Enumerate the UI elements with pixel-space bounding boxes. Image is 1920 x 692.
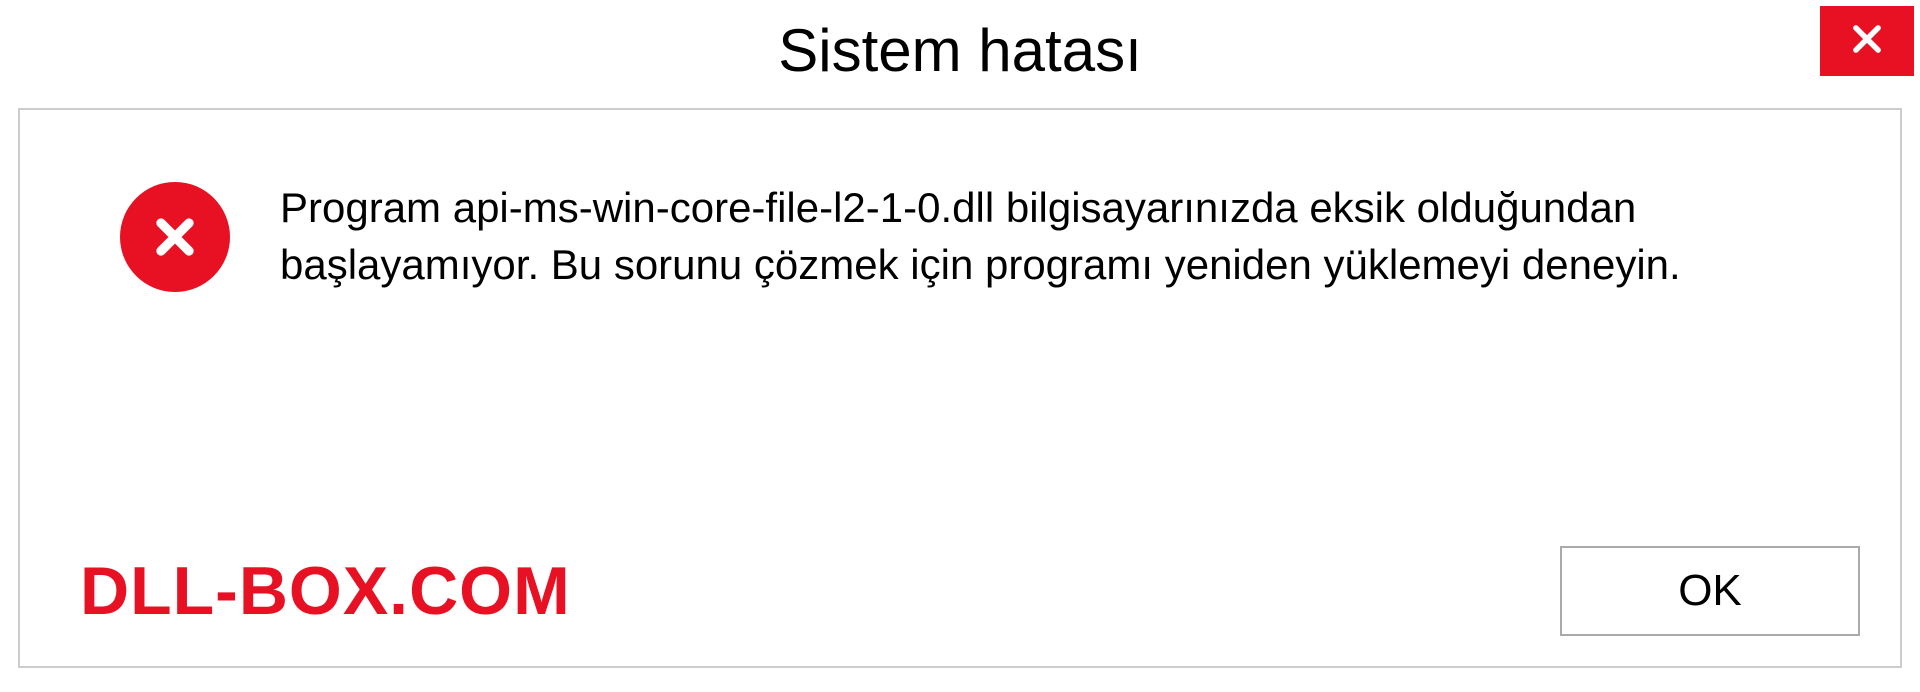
dialog-title: Sistem hatası bbox=[778, 16, 1142, 85]
dialog-titlebar: Sistem hatası bbox=[0, 0, 1920, 100]
dialog-message: Program api-ms-win-core-file-l2-1-0.dll … bbox=[280, 180, 1780, 293]
close-icon bbox=[1848, 20, 1886, 63]
ok-button-label: OK bbox=[1678, 566, 1742, 616]
dialog-footer: DLL-BOX.COM OK bbox=[20, 546, 1900, 636]
watermark-text: DLL-BOX.COM bbox=[80, 552, 571, 630]
close-button[interactable] bbox=[1820, 6, 1914, 76]
error-icon bbox=[120, 182, 230, 292]
dialog-body: Program api-ms-win-core-file-l2-1-0.dll … bbox=[18, 108, 1902, 668]
message-row: Program api-ms-win-core-file-l2-1-0.dll … bbox=[20, 110, 1900, 293]
ok-button[interactable]: OK bbox=[1560, 546, 1860, 636]
